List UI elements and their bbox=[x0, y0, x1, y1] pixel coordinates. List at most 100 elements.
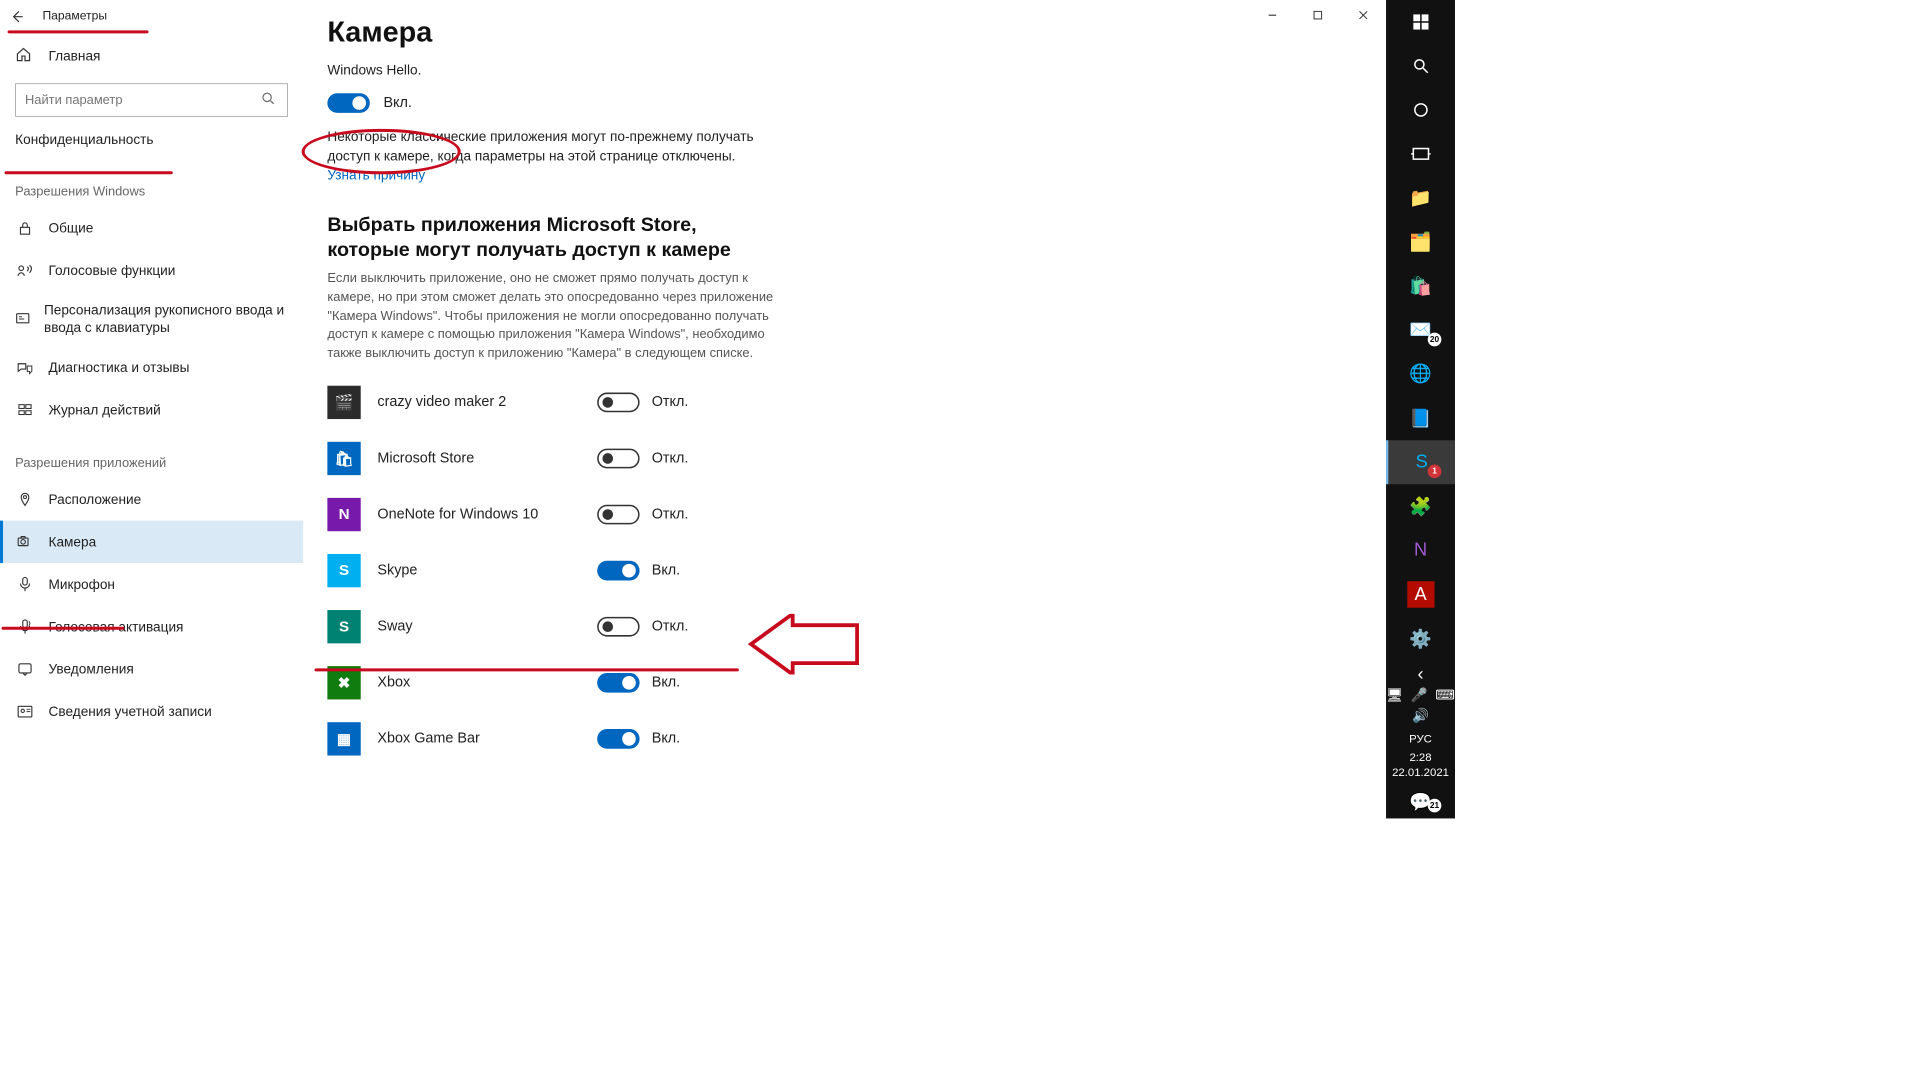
task-onenote-icon[interactable]: N bbox=[1386, 528, 1455, 572]
nav-label: Общие bbox=[49, 220, 94, 236]
app-icon: S bbox=[327, 554, 360, 587]
app-toggle[interactable] bbox=[597, 561, 639, 581]
minimize-button[interactable] bbox=[1250, 0, 1295, 30]
app-name: Sway bbox=[377, 619, 597, 636]
touchpad-icon[interactable]: ⌨ bbox=[1435, 688, 1455, 704]
app-row: ✖XboxВкл. bbox=[327, 655, 812, 711]
clock-date: 22.01.2021 bbox=[1392, 765, 1449, 780]
app-switch-group: Откл. bbox=[597, 505, 688, 525]
app-row: SSkypeВкл. bbox=[327, 543, 812, 599]
lock-icon bbox=[15, 218, 35, 238]
nav-label: Персонализация рукописного ввода и ввода… bbox=[44, 301, 303, 336]
search-box[interactable] bbox=[15, 83, 288, 116]
nav-label: Микрофон bbox=[49, 576, 115, 592]
nav-activity[interactable]: Журнал действий bbox=[0, 389, 303, 431]
task-settings-icon[interactable]: ⚙️ bbox=[1386, 617, 1455, 661]
nav-label: Камера bbox=[49, 534, 97, 550]
camera-access-toggle[interactable] bbox=[327, 93, 369, 113]
window-title: Параметры bbox=[42, 10, 107, 24]
apps-heading: Выбрать приложения Microsoft Store, кото… bbox=[327, 212, 774, 261]
app-icon: S bbox=[327, 610, 360, 643]
nav-label: Журнал действий bbox=[49, 402, 161, 418]
nav-label: Диагностика и отзывы bbox=[49, 360, 190, 376]
titlebar-buttons bbox=[1250, 0, 1386, 30]
learn-why-link[interactable]: Узнать причину bbox=[327, 168, 425, 184]
home-icon bbox=[15, 46, 35, 66]
app-switch-group: Откл. bbox=[597, 393, 688, 413]
speech-icon bbox=[15, 261, 35, 281]
search-icon[interactable] bbox=[1386, 44, 1455, 88]
app-toggle[interactable] bbox=[597, 673, 639, 693]
topbar: Параметры bbox=[0, 0, 303, 33]
app-row: 🛍Microsoft StoreОткл. bbox=[327, 431, 812, 487]
nav-diagnostics[interactable]: Диагностика и отзывы bbox=[0, 346, 303, 388]
app-toggle-state: Откл. bbox=[652, 619, 689, 636]
nav-general[interactable]: Общие bbox=[0, 207, 303, 249]
group-windows-permissions: Разрешения Windows bbox=[0, 181, 303, 207]
task-folder-icon[interactable]: 📁 bbox=[1386, 176, 1455, 220]
task-acrobat-icon[interactable]: A bbox=[1407, 582, 1434, 608]
task-skype-icon[interactable]: S1 bbox=[1386, 440, 1455, 484]
app-icon: ▦ bbox=[327, 723, 360, 756]
taskbar-clock[interactable]: 2:28 22.01.2021 bbox=[1392, 750, 1449, 780]
nav-notifications[interactable]: Уведомления bbox=[0, 648, 303, 690]
microphone-icon bbox=[15, 574, 35, 594]
start-button[interactable] bbox=[1386, 0, 1455, 44]
page-title: Камера bbox=[327, 17, 1355, 50]
app-row: S Sway Откл. bbox=[327, 599, 812, 655]
nav-camera[interactable]: Камера bbox=[0, 521, 303, 563]
cortana-icon[interactable] bbox=[1386, 88, 1455, 132]
clock-time: 2:28 bbox=[1392, 750, 1449, 765]
nav-speech[interactable]: Голосовые функции bbox=[0, 249, 303, 291]
nav-voice-activation[interactable]: Голосовая активация bbox=[0, 605, 303, 647]
app-toggle-state: Вкл. bbox=[652, 563, 680, 580]
nav-inking[interactable]: Персонализация рукописного ввода и ввода… bbox=[0, 292, 303, 347]
nav-label: Голосовые функции bbox=[49, 263, 176, 279]
nav-microphone[interactable]: Микрофон bbox=[0, 563, 303, 605]
nav-account-info[interactable]: Сведения учетной записи bbox=[0, 690, 303, 732]
group-app-permissions: Разрешения приложений bbox=[0, 452, 303, 478]
tray-expand-icon[interactable]: ‹ bbox=[1386, 661, 1455, 687]
mic-icon[interactable]: 🎤 bbox=[1411, 688, 1428, 704]
app-toggle[interactable] bbox=[597, 505, 639, 525]
voice-activation-icon bbox=[15, 617, 35, 637]
task-explorer-icon[interactable]: 🗂️ bbox=[1386, 220, 1455, 264]
task-edge-icon[interactable]: 🌐 bbox=[1386, 352, 1455, 396]
home-nav[interactable]: Главная bbox=[0, 33, 303, 78]
app-toggle[interactable] bbox=[597, 449, 639, 469]
app-name: Xbox Game Bar bbox=[377, 731, 597, 748]
app-toggle[interactable] bbox=[597, 729, 639, 749]
classic-apps-note: Некоторые классические приложения могут … bbox=[327, 127, 774, 167]
inking-icon bbox=[15, 309, 30, 329]
action-center-icon[interactable]: 💬21 bbox=[1386, 786, 1455, 818]
section-privacy: Конфиденциальность bbox=[0, 127, 303, 160]
app-toggle[interactable] bbox=[597, 617, 639, 637]
app-icon: 🎬 bbox=[327, 386, 360, 419]
task-pinned-icon[interactable]: 🧩 bbox=[1386, 484, 1455, 528]
nav-label: Сведения учетной записи bbox=[49, 704, 212, 720]
app-toggle-state: Откл. bbox=[652, 507, 689, 524]
system-tray-2[interactable]: 🔊 bbox=[1412, 708, 1429, 724]
nav-location[interactable]: Расположение bbox=[0, 478, 303, 520]
search-input[interactable] bbox=[25, 92, 261, 107]
back-icon[interactable] bbox=[6, 6, 27, 27]
notifications-icon bbox=[15, 659, 35, 679]
close-button[interactable] bbox=[1341, 0, 1386, 30]
home-label: Главная bbox=[49, 48, 101, 64]
task-mail-icon[interactable]: ✉️20 bbox=[1386, 308, 1455, 352]
app-toggle-state: Откл. bbox=[652, 451, 689, 468]
app-list: 🎬crazy video maker 2Откл.🛍Microsoft Stor… bbox=[327, 375, 1355, 768]
task-store-icon[interactable]: 🛍️ bbox=[1386, 264, 1455, 308]
app-toggle[interactable] bbox=[597, 393, 639, 413]
skype-badge: 1 bbox=[1428, 465, 1442, 479]
task-word-icon[interactable]: 📘 bbox=[1386, 396, 1455, 440]
app-name: Microsoft Store bbox=[377, 451, 597, 468]
volume-icon[interactable]: 🔊 bbox=[1412, 708, 1429, 724]
system-tray[interactable]: 🖥 🎤 ⌨ bbox=[1386, 688, 1455, 704]
maximize-button[interactable] bbox=[1295, 0, 1340, 30]
task-view-icon[interactable] bbox=[1386, 132, 1455, 176]
search-icon bbox=[261, 92, 278, 109]
display-icon[interactable]: 🖥 bbox=[1386, 688, 1403, 704]
language-indicator[interactable]: РУС bbox=[1409, 733, 1432, 746]
app-switch-group: Вкл. bbox=[597, 729, 680, 749]
